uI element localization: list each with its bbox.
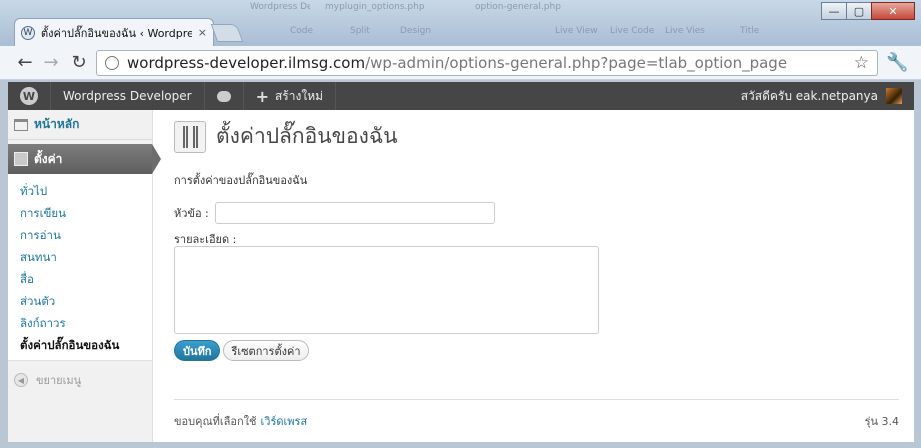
form-actions: บันทึก รีเซตการตั้งค่า (174, 340, 309, 361)
admin-footer: ขอบคุณที่เลือกใช้ เวิร์ดเพรส รุ่น 3.4 (174, 399, 899, 430)
forward-icon[interactable]: → (40, 52, 62, 73)
reload-icon[interactable]: ↻ (68, 52, 90, 73)
submenu-media[interactable]: สื่อ (8, 268, 152, 290)
home-icon (14, 118, 28, 131)
version-text: รุ่น 3.4 (864, 415, 899, 428)
page-info-icon[interactable] (105, 56, 119, 70)
submenu-general[interactable]: ทั่วไป (8, 180, 152, 202)
collapse-arrow-icon: ◀ (14, 373, 28, 387)
close-window-button[interactable]: ✕ (871, 2, 915, 20)
collapse-menu-button[interactable]: ◀ ขยายเมนู (8, 361, 152, 389)
settings-icon (14, 152, 28, 166)
wordpress-logo-icon: W (20, 87, 38, 105)
background-toolbar-item: Live Vies (665, 26, 705, 36)
bookmark-star-icon[interactable]: ☆ (854, 53, 869, 73)
wordpress-link[interactable]: เวิร์ดเพรส (261, 412, 308, 430)
url-path: /wp-admin/options-general.php?page=tlab_… (365, 54, 788, 72)
site-name-link[interactable]: Wordpress Developer (51, 82, 205, 110)
menu-settings[interactable]: ตั้งค่า (8, 144, 161, 174)
save-button[interactable]: บันทึก (174, 340, 221, 361)
submenu-permalinks[interactable]: ลิงก์ถาวร (8, 312, 152, 334)
menu-settings-label: ตั้งค่า (34, 151, 63, 166)
avatar (886, 88, 902, 104)
tab-close-icon[interactable]: × (198, 26, 207, 39)
plus-icon: + (255, 86, 269, 106)
window-controls: — ▢ ✕ (821, 2, 915, 20)
title-field-row: หัวข้อ : (174, 202, 495, 224)
settings-submenu: ทั่วไป การเขียน การอ่าน สนทนา สื่อ ส่วนต… (8, 174, 152, 361)
options-settings-icon (174, 120, 206, 153)
background-toolbar-item: Live Code (610, 26, 655, 36)
background-toolbar-item: Split (350, 26, 370, 36)
my-account-menu[interactable]: สวัสดีครับ eak.netpanya (741, 87, 914, 106)
menu-dashboard-label: หน้าหลัก (34, 117, 80, 131)
submenu-my-plugin-settings[interactable]: ตั้งค่าปลั๊กอินของฉัน (8, 334, 152, 356)
submenu-reading[interactable]: การอ่าน (8, 224, 152, 246)
wordpress-favicon-icon: W (21, 25, 35, 40)
greeting-text: สวัสดีครับ eak.netpanya (740, 88, 878, 103)
title-input[interactable] (214, 202, 495, 224)
background-window-title: option-general.php (475, 2, 561, 12)
minimize-button[interactable]: — (821, 2, 847, 20)
background-toolbar-item: Code (290, 26, 314, 36)
wrench-menu-icon[interactable]: 🔧 (886, 52, 908, 73)
background-toolbar-item: Live View (555, 26, 598, 36)
url-domain: wordpress-developer.ilmsg.com (127, 54, 366, 72)
new-content-menu[interactable]: + สร้างใหม่ (244, 82, 337, 110)
menu-dashboard[interactable]: หน้าหลัก (8, 110, 152, 140)
footer-thanks: ขอบคุณที่เลือกใช้ (174, 415, 257, 428)
title-label: หัวข้อ : (174, 207, 209, 220)
new-content-label: สร้างใหม่ (274, 88, 324, 103)
tab-title: ตั้งค่าปลั๊กอินของฉัน ‹ Wordpress Develo… (41, 26, 192, 40)
window-titlebar: Wordpress Developer - Edit - ... myplugi… (0, 0, 921, 46)
back-icon[interactable]: ← (14, 52, 36, 73)
comments-menu[interactable] (205, 82, 244, 110)
collapse-menu-label: ขยายเมนู (36, 374, 82, 387)
maximize-button[interactable]: ▢ (846, 2, 872, 20)
admin-sidebar: หน้าหลัก ตั้งค่า ทั่วไป การเขียน การอ่าน… (8, 110, 161, 442)
browser-tab-active[interactable]: W ตั้งค่าปลั๊กอินของฉัน ‹ Wordpress Deve… (14, 18, 214, 46)
admin-page: หน้าหลัก ตั้งค่า ทั่วไป การเขียน การอ่าน… (8, 110, 914, 442)
page-heading: ตั้งค่าปลั๊กอินของฉัน (174, 120, 899, 153)
page-description: การตั้งค่าของปลั๊กอินของฉัน (174, 174, 308, 187)
submenu-discussion[interactable]: สนทนา (8, 246, 152, 268)
browser-toolbar: ← → ↻ wordpress-developer.ilmsg.com /wp-… (0, 46, 921, 80)
submenu-privacy[interactable]: ส่วนตัว (8, 290, 152, 312)
main-content: ตั้งค่าปลั๊กอินของฉัน การตั้งค่าของปลั๊ก… (174, 120, 899, 361)
wp-logo-menu[interactable]: W (8, 82, 51, 110)
comment-bubble-icon (216, 90, 231, 102)
wp-admin-bar: W Wordpress Developer + สร้างใหม่ สวัสดี… (8, 82, 914, 110)
background-window-title: myplugin_options.php (325, 2, 425, 12)
page-title: ตั้งค่าปลั๊กอินของฉัน (216, 124, 398, 148)
detail-textarea[interactable] (174, 246, 599, 334)
background-toolbar-item: Title (740, 26, 760, 36)
new-tab-button[interactable] (210, 24, 244, 42)
submenu-writing[interactable]: การเขียน (8, 202, 152, 224)
address-bar[interactable]: wordpress-developer.ilmsg.com /wp-admin/… (96, 50, 878, 76)
background-window-title: Wordpress Developer - Edit - ... (250, 2, 310, 12)
reset-settings-button[interactable]: รีเซตการตั้งค่า (223, 340, 309, 361)
background-toolbar-item: Design (400, 26, 432, 36)
